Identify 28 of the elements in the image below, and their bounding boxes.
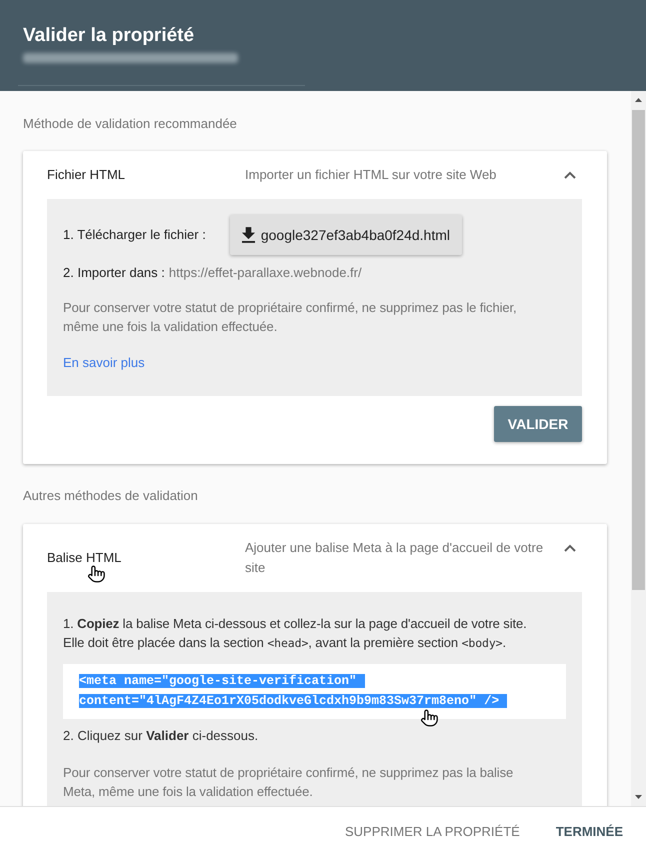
download-label: 1. Télécharger le fichier : — [63, 226, 206, 244]
note-text: Pour conserver votre statut de propriétaire confirmé, ne supprimez pas la balise Meta, même une fois la validation effectuée. — [63, 764, 514, 801]
meta-tag-code[interactable]: <meta name="google-site-verification" content="4lAgF4Z4Eo1rX05dodkveGlcdxh9b9m83Sw37rm8eno" /> — [63, 664, 566, 719]
scrollbar-thumb[interactable] — [632, 110, 645, 590]
delete-property-button[interactable]: SUPPRIMER LA PROPRIÉTÉ — [337, 814, 528, 850]
scroll-up-arrow-icon[interactable] — [635, 98, 642, 102]
method-description: Importer un fichier HTML sur votre site Web — [245, 166, 498, 184]
instruction-text: 1. Copiez la balise Meta ci-dessous et collez-la sur la page d'accueil de votre site. Elle doit être placée dans la section <head>, avant la première section <body>. — [63, 615, 528, 652]
hand-cursor-icon — [421, 708, 438, 728]
note-text: Pour conserver votre statut de propriétaire confirmé, ne supprimez pas le fichier, même une fois la validation effectuée. — [63, 299, 518, 336]
method-title: Balise HTML — [47, 549, 122, 567]
import-url: https://effet-parallaxe.webnode.fr/ — [168, 264, 362, 282]
chevron-up-icon[interactable] — [564, 171, 576, 179]
download-file-button[interactable]: google327ef3ab4ba0f24d.html — [230, 215, 462, 255]
method-title: Fichier HTML — [47, 166, 126, 184]
section-heading: Méthode de validation recommandée — [23, 116, 237, 131]
dialog-title: Valider la propriété — [23, 24, 196, 48]
validate-button[interactable]: VALIDER — [494, 406, 582, 442]
import-label: 2. Importer dans : — [63, 264, 165, 282]
download-icon — [242, 227, 255, 243]
done-button[interactable]: TERMINÉE — [548, 814, 631, 850]
chevron-up-icon[interactable] — [564, 544, 576, 552]
hand-cursor-icon — [88, 564, 105, 584]
step-text: 2. Cliquez sur Valider ci-dessous. — [63, 727, 260, 745]
method-description: Ajouter une balise Meta à la page d'accueil de votre site — [245, 539, 544, 577]
learn-more-link[interactable]: En savoir plus — [63, 355, 145, 370]
section-heading: Autres méthodes de validation — [23, 488, 198, 503]
scroll-down-arrow-icon[interactable] — [635, 795, 642, 799]
